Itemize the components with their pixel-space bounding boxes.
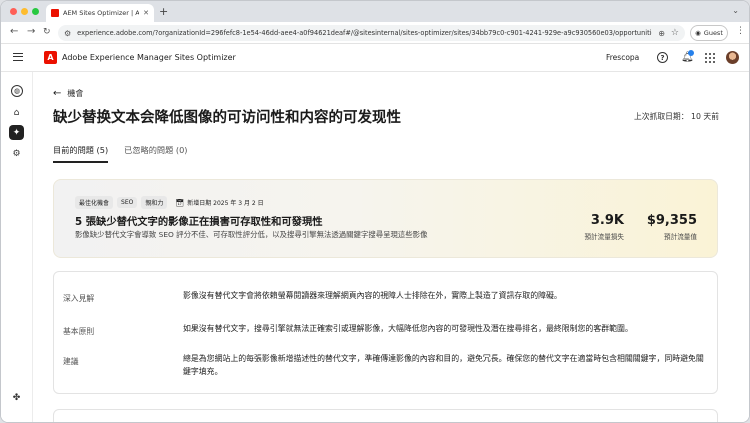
badge-opportunity: 最佳化機會 (75, 196, 114, 209)
site-info-icon[interactable]: ⚙ (64, 29, 71, 38)
maximize-window-button[interactable] (32, 8, 39, 15)
issue-tabs: 目前的問題 (5) 已忽略的問題 (0) (53, 144, 187, 163)
detail-label: 深入見解 (63, 294, 95, 303)
browser-toolbar: ← → ↻ ⚙ experience.adobe.com/?organizati… (1, 22, 749, 44)
globe-icon[interactable]: ◍ (11, 85, 23, 97)
issues-list-card (53, 409, 718, 422)
badge-date: 📅︎ 新增日期 2025 年 3 月 2 日 (171, 196, 267, 209)
profile-icon: ◉ (695, 29, 701, 37)
notification-dot (688, 50, 694, 56)
browser-window: AEM Sites Optimizer | Adobe ✕ + ⌄ ← → ↻ … (0, 0, 750, 423)
extension-icon[interactable]: ✤ (9, 390, 24, 405)
close-icon[interactable]: ✕ (143, 9, 149, 17)
gear-icon[interactable]: ⚙ (9, 146, 24, 161)
detail-text: 影像沒有替代文字會將依賴螢幕閱讀器來理解網頁內容的視障人士排除在外，實際上製造了… (183, 291, 562, 300)
adobe-favicon-icon (51, 9, 59, 17)
badge-list: 最佳化機會 SEO 親和力 📅︎ 新增日期 2025 年 3 月 2 日 (75, 196, 268, 209)
address-bar[interactable]: ⚙ experience.adobe.com/?organizationId=2… (58, 25, 685, 41)
details-card: 深入見解 影像沒有替代文字會將依賴螢幕閱讀器來理解網頁內容的視障人士排除在外，實… (53, 271, 718, 394)
main-content: ← 機會 缺少替换文本会降低图像的可访问性和内容的可发现性 上次抓取日期： 10… (33, 72, 749, 422)
bookmark-star-icon[interactable]: ☆ (671, 28, 679, 38)
close-window-button[interactable] (10, 8, 17, 15)
summary-title: 5 張缺少替代文字的影像正在損害可存取性和可發現性 (75, 216, 323, 228)
zoom-icon[interactable]: ⊕ (658, 29, 665, 38)
forward-icon[interactable]: → (27, 26, 35, 37)
tab-title: AEM Sites Optimizer | Adobe (63, 9, 139, 17)
detail-label: 建議 (63, 357, 79, 366)
minimize-window-button[interactable] (21, 8, 28, 15)
detail-label: 基本原則 (63, 327, 95, 336)
opportunities-icon[interactable]: ✦ (9, 125, 24, 140)
adobe-logo: A (44, 51, 57, 64)
back-to-opportunities-link[interactable]: ← 機會 (53, 88, 83, 99)
hamburger-menu-icon[interactable] (13, 53, 23, 61)
date-added: 新增日期 2025 年 3 月 2 日 (187, 200, 264, 207)
badge-accessibility: 親和力 (141, 196, 168, 209)
calendar-icon: 📅︎ (175, 198, 185, 207)
metric-value: $9,355 (646, 213, 697, 228)
last-fetch-date: 上次抓取日期： 10 天前 (633, 112, 719, 121)
summary-description: 影像缺少替代文字會導致 SEO 評分不佳、可存取性評分低，以及搜尋引擎無法透過關… (75, 230, 428, 239)
app-header: A Adobe Experience Manager Sites Optimiz… (1, 44, 749, 72)
metric-value: 3.9K (590, 213, 624, 228)
arrow-left-icon: ← (53, 88, 62, 99)
guest-label: Guest (703, 29, 723, 37)
metric-label: 預計流量損失 (584, 233, 624, 241)
new-tab-icon[interactable]: + (159, 5, 168, 18)
help-icon[interactable]: ? (657, 52, 668, 63)
home-icon[interactable]: ⌂ (9, 105, 24, 120)
page-title: 缺少替换文本会降低图像的可访问性和内容的可发现性 (53, 110, 401, 126)
avatar[interactable] (726, 51, 739, 64)
guest-profile-button[interactable]: ◉ Guest (690, 25, 728, 41)
tab-ignored-issues[interactable]: 已忽略的問題 (0) (124, 144, 187, 163)
back-icon[interactable]: ← (10, 26, 18, 37)
metric-traffic-value: $9,355 預計流量值 (647, 213, 697, 241)
detail-text: 如果沒有替代文字，搜尋引擎就無法正確索引或理解影像，大幅降低您內容的可發現性及潛… (183, 324, 633, 333)
tab-current-issues[interactable]: 目前的問題 (5) (53, 144, 109, 163)
left-rail: ◍ ⌂ ✦ ⚙ ✤ (1, 72, 33, 422)
reload-icon[interactable]: ↻ (43, 27, 51, 37)
detail-text: 總是為您網站上的每張影像新增描述性的替代文字，準確傳達影像的內容和目的，避免冗長… (183, 354, 704, 376)
org-switcher[interactable]: Frescopa (606, 53, 639, 62)
browser-tab[interactable]: AEM Sites Optimizer | Adobe ✕ (46, 4, 154, 22)
metric-traffic-loss: 3.9K 預計流量損失 (584, 213, 624, 241)
url-text: experience.adobe.com/?organizationId=296… (77, 29, 653, 37)
opportunity-summary-card: 最佳化機會 SEO 親和力 📅︎ 新增日期 2025 年 3 月 2 日 5 張… (53, 179, 718, 258)
badge-seo: SEO (117, 197, 138, 208)
metric-label: 預計流量值 (664, 233, 697, 241)
back-label: 機會 (67, 89, 84, 98)
chevron-down-icon[interactable]: ⌄ (732, 6, 739, 15)
tab-strip: AEM Sites Optimizer | Adobe ✕ + ⌄ (1, 1, 749, 22)
app-title: Adobe Experience Manager Sites Optimizer (62, 53, 236, 62)
apps-grid-icon[interactable] (705, 53, 715, 63)
browser-menu-icon[interactable]: ⋮ (736, 26, 745, 36)
